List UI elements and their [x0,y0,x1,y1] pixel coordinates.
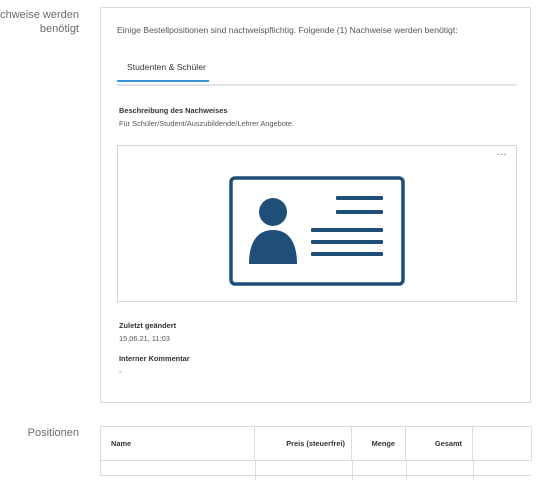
proofs-intro-text: Einige Bestellpositionen sind nachweispf… [117,25,458,35]
table-divider [473,460,474,480]
table-divider [352,460,353,480]
column-header-price[interactable]: Preis (steuerfrei) [255,427,352,460]
table-divider [255,460,256,480]
column-header-actions [473,427,532,460]
more-options-icon[interactable]: ··· [497,149,508,159]
tab-students-pupils[interactable]: Studenten & Schüler [117,60,209,82]
last-changed-heading: Zuletzt geändert [119,321,177,330]
table-divider [406,460,407,480]
id-card-icon [229,176,405,286]
description-text: Für Schüler/Student/Auszubildende/Lehrer… [119,119,295,128]
proof-tabs: Studenten & Schüler [117,60,517,86]
description-heading: Beschreibung des Nachweises [119,106,228,115]
table-row [101,460,532,461]
internal-comment-value: - [119,367,122,376]
column-header-name[interactable]: Name [101,427,255,460]
column-header-total[interactable]: Gesamt [406,427,473,460]
internal-comment-heading: Interner Kommentar [119,354,190,363]
positions-label: Positionen [27,427,79,439]
proofs-required-label: Nachweise werden benötigt [0,9,79,35]
column-header-quantity[interactable]: Menge [352,427,406,460]
proofs-card: Einige Bestellpositionen sind nachweispf… [100,7,531,403]
last-changed-value: 15.06.21, 11:03 [119,334,170,343]
proof-image-box[interactable]: ··· [117,145,517,302]
